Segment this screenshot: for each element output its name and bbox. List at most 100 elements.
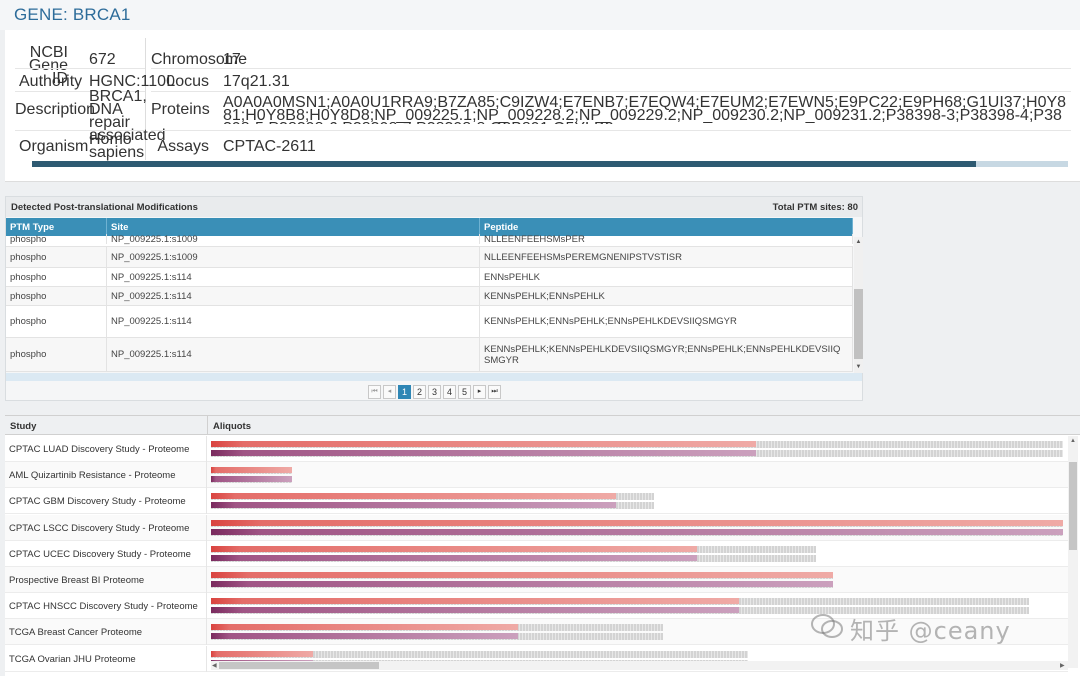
ptm-type-cell: phospho [6, 234, 107, 245]
ptm-total: Total PTM sites: 80 [772, 202, 858, 213]
aliquot-detected-bar[interactable] [211, 554, 697, 561]
table-row[interactable]: phospho NP_009225.1:s114 KENNsPEHLK;KENN… [6, 338, 853, 372]
aliquot-bars [211, 467, 1063, 484]
study-table-header: Study Aliquots [5, 416, 1080, 435]
aliquot-detected-bar[interactable] [211, 476, 292, 483]
study-name[interactable]: AML Quizartinib Resistance - Proteome [9, 470, 176, 481]
table-row[interactable]: CPTAC LUAD Discovery Study - Proteome [5, 436, 1068, 462]
site-cell: NP_009225.1:s114 [107, 338, 480, 371]
aliquot-detected-bar[interactable] [211, 633, 518, 640]
wechat-icon [811, 614, 843, 638]
scroll-up-icon[interactable]: ▲ [1070, 438, 1076, 444]
ptm-heading: Detected Post-translational Modification… [11, 202, 198, 213]
title-bar: GENE: BRCA1 [0, 0, 1080, 30]
table-row[interactable]: phospho NP_009225.1:s114 ENNsPEHLK [6, 268, 853, 287]
next-page-button[interactable]: ▸ [473, 385, 486, 399]
study-name[interactable]: TCGA Breast Cancer Proteome [9, 627, 142, 638]
ptm-panel: Detected Post-translational Modification… [5, 196, 863, 401]
study-name-cell: TCGA Ovarian JHU Proteome [5, 645, 207, 672]
prev-page-button[interactable]: ◂ [383, 385, 396, 399]
study-hscroll-thumb[interactable] [219, 662, 379, 669]
study-name[interactable]: TCGA Ovarian JHU Proteome [9, 654, 136, 665]
page-3-button[interactable]: 3 [428, 385, 441, 399]
study-name-cell: Prospective Breast BI Proteome [5, 567, 207, 593]
page-5-button[interactable]: 5 [458, 385, 471, 399]
peptide-cell: ENNsPEHLK [480, 268, 853, 286]
ptm-header: Detected Post-translational Modification… [6, 197, 862, 217]
aliquot-detected-bar[interactable] [211, 528, 1063, 535]
table-row[interactable]: phospho NP_009225.1:s114 KENNsPEHLK;ENNs… [6, 287, 853, 306]
assays-value: CPTAC-2611 [223, 138, 316, 155]
aliquot-detected-bar[interactable] [211, 502, 616, 509]
aliquot-bars [211, 493, 1063, 510]
study-name[interactable]: CPTAC GBM Discovery Study - Proteome [9, 496, 186, 507]
locus-value: 17q21.31 [223, 73, 290, 90]
scroll-right-icon[interactable]: ▶ [1060, 662, 1065, 669]
chromosome-value: 17 [223, 51, 241, 68]
table-row[interactable]: CPTAC GBM Discovery Study - Proteome [5, 488, 1068, 515]
study-scrollbar-thumb[interactable] [1069, 462, 1077, 550]
site-cell: NP_009225.1:s114 [107, 306, 480, 337]
aliquot-detected-bar[interactable] [211, 545, 697, 552]
aliquot-bars [211, 519, 1063, 536]
study-name[interactable]: CPTAC UCEC Discovery Study - Proteome [9, 549, 191, 560]
scroll-up-icon[interactable]: ▲ [854, 238, 863, 247]
study-horizontal-scrollbar[interactable]: ◀ ▶ [211, 661, 1068, 670]
study-name-cell: CPTAC LUAD Discovery Study - Proteome [5, 436, 207, 462]
table-row[interactable]: phospho NP_009225.1:s1009 NLLEENFEEHSMsP… [6, 234, 853, 247]
ncbi-gene-id-value: 672 [89, 51, 116, 68]
authority-label: Authority [19, 73, 83, 90]
scroll-down-icon[interactable]: ▼ [854, 363, 863, 372]
description-label: Description [15, 101, 96, 118]
aliquot-detected-bar[interactable] [211, 450, 756, 456]
page-1-button[interactable]: 1 [398, 385, 411, 399]
table-row[interactable]: CPTAC UCEC Discovery Study - Proteome [5, 540, 1068, 567]
table-row[interactable]: phospho NP_009225.1:s114 KENNsPEHLK;ENNs… [6, 306, 853, 338]
organism-label: Organism [19, 138, 89, 155]
peptide-cell: KENNsPEHLK;ENNsPEHLK [480, 287, 853, 305]
column-header-study[interactable]: Study [10, 421, 36, 432]
aliquot-detected-bar[interactable] [211, 607, 739, 614]
assays-label: Assays [157, 138, 209, 155]
first-page-button[interactable]: ⏮ [368, 385, 381, 399]
scroll-left-icon[interactable]: ◀ [212, 662, 217, 669]
aliquot-detected-bar[interactable] [211, 624, 518, 631]
aliquot-detected-bar[interactable] [211, 519, 1063, 526]
last-page-button[interactable]: ⏭ [488, 385, 501, 399]
table-row[interactable]: phospho NP_009225.1:s1009 NLLEENFEEHSMsP… [6, 247, 853, 268]
organism-value: Homo sapiens [89, 131, 145, 161]
ptm-scrollbar-thumb[interactable] [854, 289, 863, 359]
ptm-vertical-scrollbar[interactable]: ▲ ▼ [854, 237, 863, 373]
aliquot-bars [211, 545, 1063, 562]
aliquot-detected-bar[interactable] [211, 493, 616, 500]
study-name[interactable]: CPTAC LUAD Discovery Study - Proteome [9, 444, 189, 455]
aliquot-detected-bar[interactable] [211, 581, 833, 587]
aliquot-detected-bar[interactable] [211, 650, 313, 657]
aliquot-detected-bar[interactable] [211, 572, 833, 578]
peptide-cell: KENNsPEHLK;ENNsPEHLK;ENNsPEHLKDEVSIIQSMG… [480, 306, 853, 337]
page-4-button[interactable]: 4 [443, 385, 456, 399]
aliquot-detected-bar[interactable] [211, 598, 739, 605]
info-scrollbar-thumb[interactable] [32, 161, 976, 167]
table-row[interactable]: AML Quizartinib Resistance - Proteome [5, 462, 1068, 489]
study-name[interactable]: Prospective Breast BI Proteome [9, 575, 144, 586]
table-row[interactable]: Prospective Breast BI Proteome [5, 567, 1068, 593]
aliquot-detected-bar[interactable] [211, 467, 292, 474]
info-horizontal-scrollbar[interactable] [32, 161, 1068, 167]
site-cell: NP_009225.1:s1009 [107, 247, 480, 267]
table-row[interactable]: CPTAC LSCC Discovery Study - Proteome [5, 514, 1068, 541]
column-header-aliquots[interactable]: Aliquots [213, 421, 251, 432]
aliquot-bars [211, 441, 1063, 457]
proteins-value: A0A0A0MSN1;A0A0U1RRA9;B7ZA85;C9IZW4;E7EN… [223, 96, 1067, 124]
study-name[interactable]: CPTAC HNSCC Discovery Study - Proteome [9, 601, 198, 612]
peptide-cell: KENNsPEHLK;KENNsPEHLKDEVSIIQSMGYR;ENNsPE… [480, 338, 853, 371]
aliquot-detected-bar[interactable] [211, 441, 756, 447]
page-2-button[interactable]: 2 [413, 385, 426, 399]
ptm-footer [6, 373, 862, 381]
site-cell: NP_009225.1:s114 [107, 268, 480, 286]
peptide-cell: NLLEENFEEHSMsPER [480, 234, 853, 245]
study-name[interactable]: CPTAC LSCC Discovery Study - Proteome [9, 523, 189, 534]
study-vertical-scrollbar[interactable]: ▲ [1068, 436, 1078, 668]
study-name-cell: CPTAC LSCC Discovery Study - Proteome [5, 514, 207, 541]
site-cell: NP_009225.1:s1009 [107, 234, 480, 245]
